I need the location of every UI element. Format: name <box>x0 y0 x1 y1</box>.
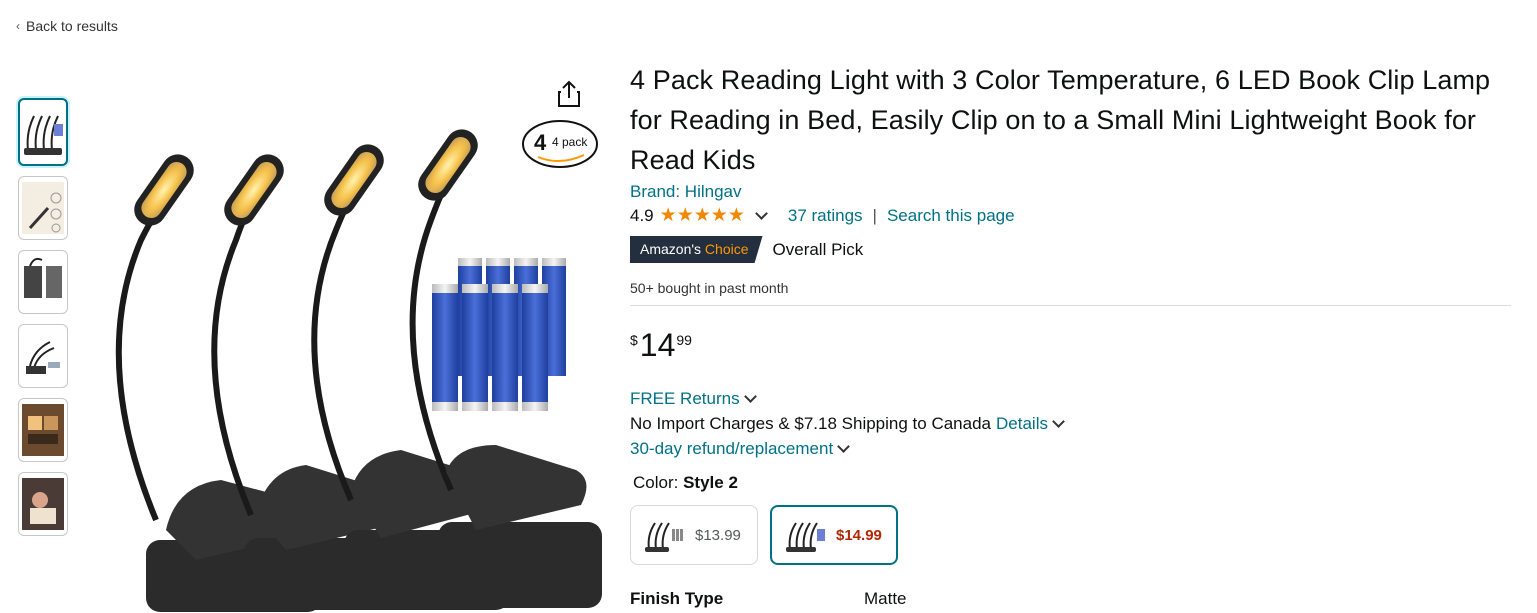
delivery-returns: FREE Returns No Import Charges & $7.18 S… <box>630 386 1512 461</box>
thumbnail-2[interactable] <box>18 176 68 240</box>
thumbnail-6[interactable] <box>18 472 68 536</box>
thumbnail-strip <box>18 98 70 546</box>
separator: | <box>872 206 877 225</box>
thumbnail-3[interactable] <box>18 250 68 314</box>
svg-text:4 pack: 4 pack <box>552 135 588 149</box>
back-label: Back to results <box>26 18 118 34</box>
price-fraction: 99 <box>676 332 692 348</box>
product-title: 4 Pack Reading Light with 3 Color Temper… <box>630 65 1491 175</box>
star-icon: ★ <box>710 205 728 226</box>
swatch-style-2[interactable]: $14.99 <box>770 505 898 565</box>
thumbnail-image <box>24 257 62 298</box>
divider <box>630 305 1511 306</box>
batteries <box>432 258 566 411</box>
chevron-down-icon[interactable] <box>837 439 851 453</box>
chevron-down-icon[interactable] <box>743 389 757 403</box>
price-whole: 14 <box>639 327 676 363</box>
bought-count: 50+ bought in past month <box>630 280 789 296</box>
star-rating[interactable]: ★ ★ ★ ★ ★ <box>660 206 745 226</box>
finish-type-label: Finish Type <box>630 589 724 608</box>
four-pack-badge: 4 4 pack <box>522 120 598 168</box>
star-icon: ★ <box>659 205 677 226</box>
color-label: Color: <box>633 473 679 492</box>
color-swatches: $13.99 $14.99 <box>630 505 1512 565</box>
shipping-text: No Import Charges & $7.18 Shipping to Ca… <box>630 414 992 433</box>
reading-lights-illustration: 4 4 pack <box>115 120 602 612</box>
amazons-choice-badge: Amazon's Choice <box>630 236 763 263</box>
refund-policy-link[interactable]: 30-day refund/replacement <box>630 436 833 461</box>
details-link[interactable]: Details <box>996 411 1048 436</box>
rating-row: 4.9 ★ ★ ★ ★ ★ 37 ratings | Search this p… <box>630 206 1512 226</box>
badge-choice: Choice <box>704 241 749 257</box>
finish-type-value: Matte <box>864 589 907 608</box>
price-symbol: $ <box>630 332 638 348</box>
star-icon: ★ <box>676 205 694 226</box>
thumbnail-1[interactable] <box>18 98 68 166</box>
ratings-count-link[interactable]: 37 ratings <box>788 206 863 226</box>
search-this-page-link[interactable]: Search this page <box>887 206 1015 226</box>
thumbnail-image <box>22 404 64 456</box>
main-product-image[interactable]: 4 4 pack <box>86 60 616 613</box>
badge-prefix: Amazon's <box>640 241 702 257</box>
thumbnail-4[interactable] <box>18 324 68 388</box>
swatch-style-1-image <box>645 522 683 552</box>
swatch-style-2-image <box>786 522 825 552</box>
thumbnail-image <box>26 341 60 374</box>
swatch-style-1[interactable]: $13.99 <box>630 505 758 565</box>
back-to-results-link[interactable]: ‹ Back to results <box>16 18 118 34</box>
star-icon: ★ <box>693 205 711 226</box>
free-returns-link[interactable]: FREE Returns <box>630 386 740 411</box>
color-value: Style 2 <box>683 473 738 492</box>
overall-pick-label: Overall Pick <box>772 239 864 259</box>
chevron-down-icon[interactable] <box>755 207 768 220</box>
swatch-price: $14.99 <box>836 526 882 544</box>
badge-row: Amazon's Choice Overall Pick <box>630 236 1512 263</box>
rating-score: 4.9 <box>630 206 654 225</box>
svg-text:4: 4 <box>534 130 547 155</box>
price: $ 14 99 <box>630 328 1512 362</box>
thumbnail-image <box>22 182 64 234</box>
swatch-price: $13.99 <box>695 526 741 544</box>
thumbnail-image <box>22 478 64 530</box>
share-icon[interactable] <box>556 80 582 108</box>
star-icon: ★ <box>727 205 745 226</box>
finish-type-row: Finish Type Matte <box>630 589 1512 609</box>
brand-link[interactable]: Brand: Hilngav <box>630 182 1512 202</box>
chevron-down-icon[interactable] <box>1052 414 1065 428</box>
chevron-left-icon: ‹ <box>16 19 20 33</box>
product-info: 4 Pack Reading Light with 3 Color Temper… <box>630 60 1512 609</box>
thumbnail-image <box>24 115 63 155</box>
thumbnail-5[interactable] <box>18 398 68 462</box>
color-selection-label: Color: Style 2 <box>633 473 1512 493</box>
